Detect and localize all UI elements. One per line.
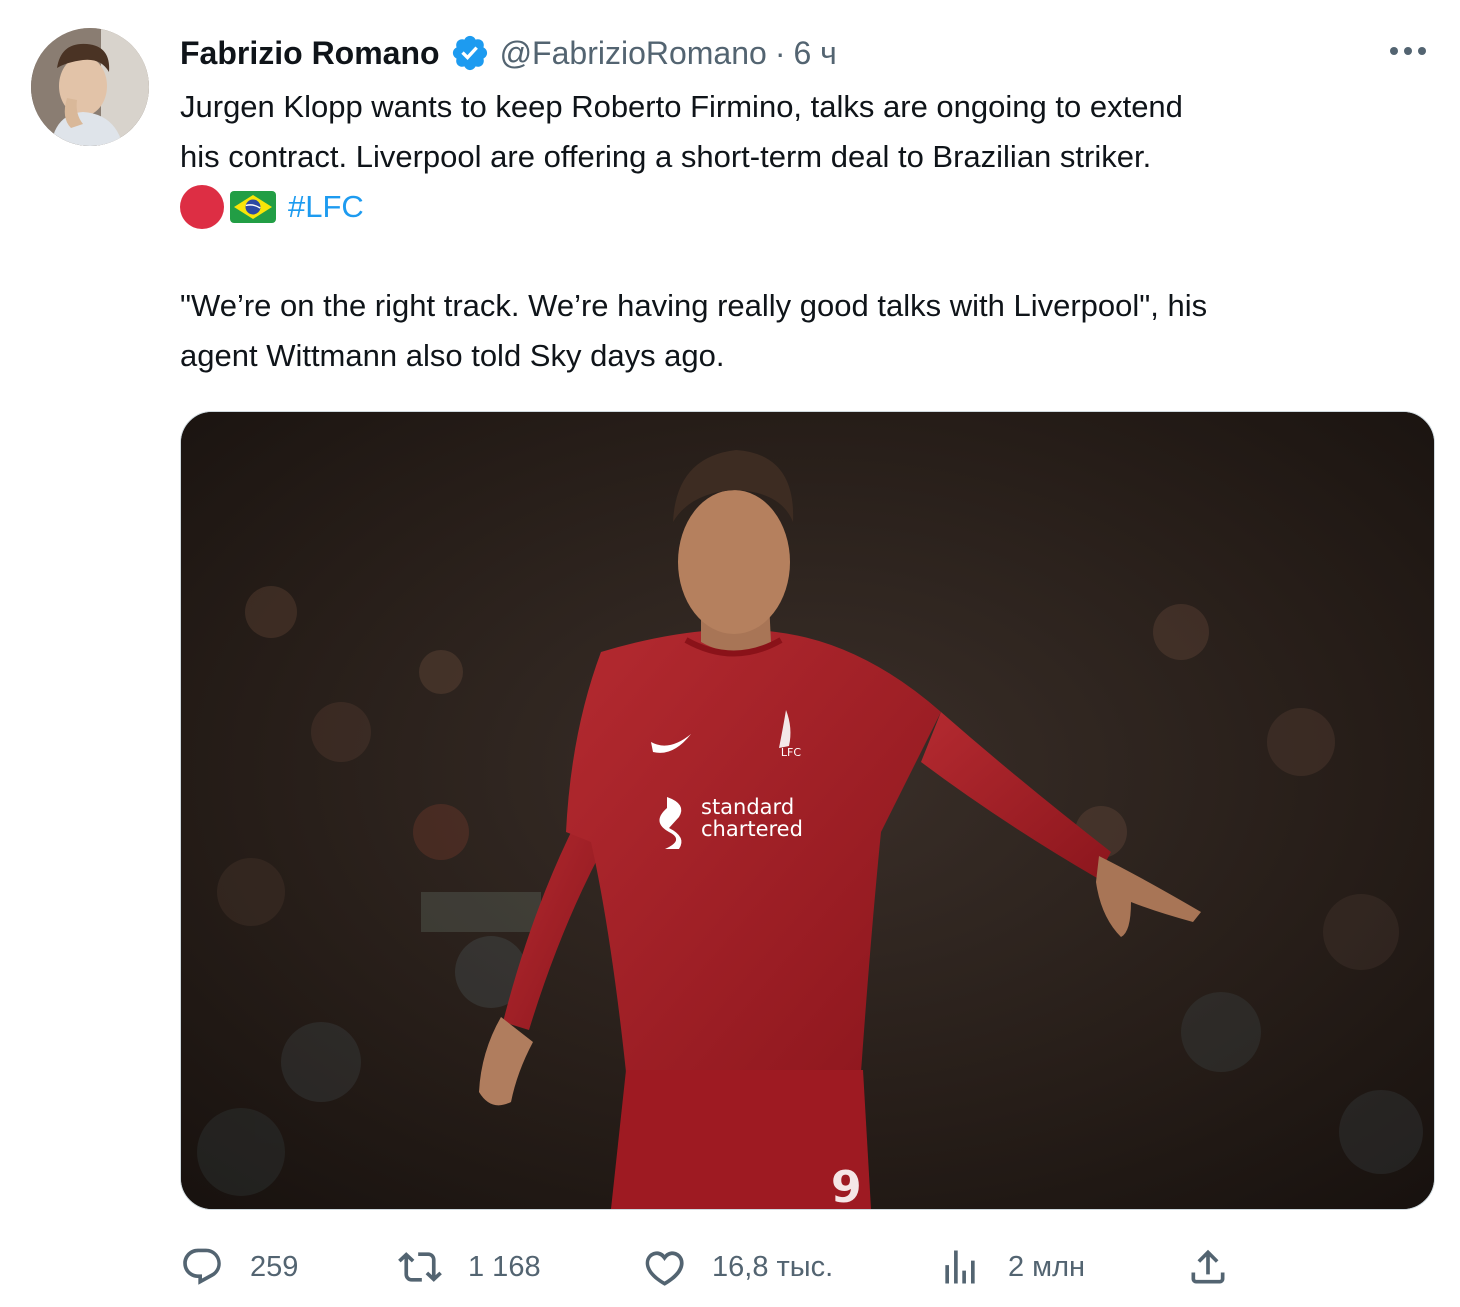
reply-count: 259 <box>250 1250 299 1283</box>
crest-text: LFC <box>781 746 801 759</box>
tweet-header: Fabrizio Romano @FabrizioRomano · 6 ч <box>180 30 837 76</box>
views-button[interactable]: 2 млн <box>938 1244 1085 1290</box>
tweet-text: Jurgen Klopp wants to keep Roberto Firmi… <box>180 82 1440 381</box>
avatar[interactable] <box>31 28 149 146</box>
verified-badge-icon[interactable] <box>450 33 490 73</box>
timestamp[interactable]: 6 ч <box>793 35 836 72</box>
tweet-quote-line: "We’re on the right track. We’re having … <box>180 288 1208 323</box>
separator-dot: · <box>774 34 786 71</box>
retweet-button[interactable]: 1 168 <box>398 1244 541 1290</box>
emoji-hashtag-line: #LFC <box>180 182 1440 232</box>
author-handle[interactable]: @FabrizioRomano <box>500 35 767 72</box>
retweet-count: 1 168 <box>468 1250 541 1283</box>
like-button[interactable]: 16,8 тыс. <box>642 1244 833 1290</box>
tweet-quote-line: agent Wittmann also told Sky days ago. <box>180 338 725 373</box>
share-button[interactable] <box>1186 1244 1230 1290</box>
share-icon <box>1191 1249 1225 1284</box>
reply-icon <box>183 1248 221 1285</box>
tweet[interactable]: Fabrizio Romano @FabrizioRomano · 6 ч Ju… <box>0 0 1460 1307</box>
views-count: 2 млн <box>1008 1250 1086 1283</box>
retweet-icon <box>398 1252 442 1282</box>
tweet-actions: 259 1 168 16,8 тыс. 2 млн <box>180 1244 1230 1290</box>
more-horizontal-icon[interactable] <box>1388 36 1428 66</box>
like-count: 16,8 тыс. <box>712 1250 834 1283</box>
avatar-image <box>31 28 149 146</box>
author-name[interactable]: Fabrizio Romano <box>180 35 440 72</box>
tweet-text-line: his contract. Liverpool are offering a s… <box>180 139 1152 174</box>
reply-button[interactable]: 259 <box>180 1244 298 1290</box>
hashtag-link[interactable]: #LFC <box>288 182 364 232</box>
tweet-media-photo[interactable]: LFC standard chartered 9 <box>180 411 1435 1210</box>
tweet-text-line: Jurgen Klopp wants to keep Roberto Firmi… <box>180 89 1183 124</box>
shorts-number: 9 <box>831 1162 862 1209</box>
sponsor-text-line1: standard <box>701 795 794 819</box>
brazil-flag-emoji-icon <box>230 191 276 223</box>
views-chart-icon <box>945 1250 975 1284</box>
red-circle-emoji-icon <box>180 185 224 229</box>
heart-icon <box>645 1251 684 1286</box>
sponsor-text-line2: chartered <box>701 817 803 841</box>
